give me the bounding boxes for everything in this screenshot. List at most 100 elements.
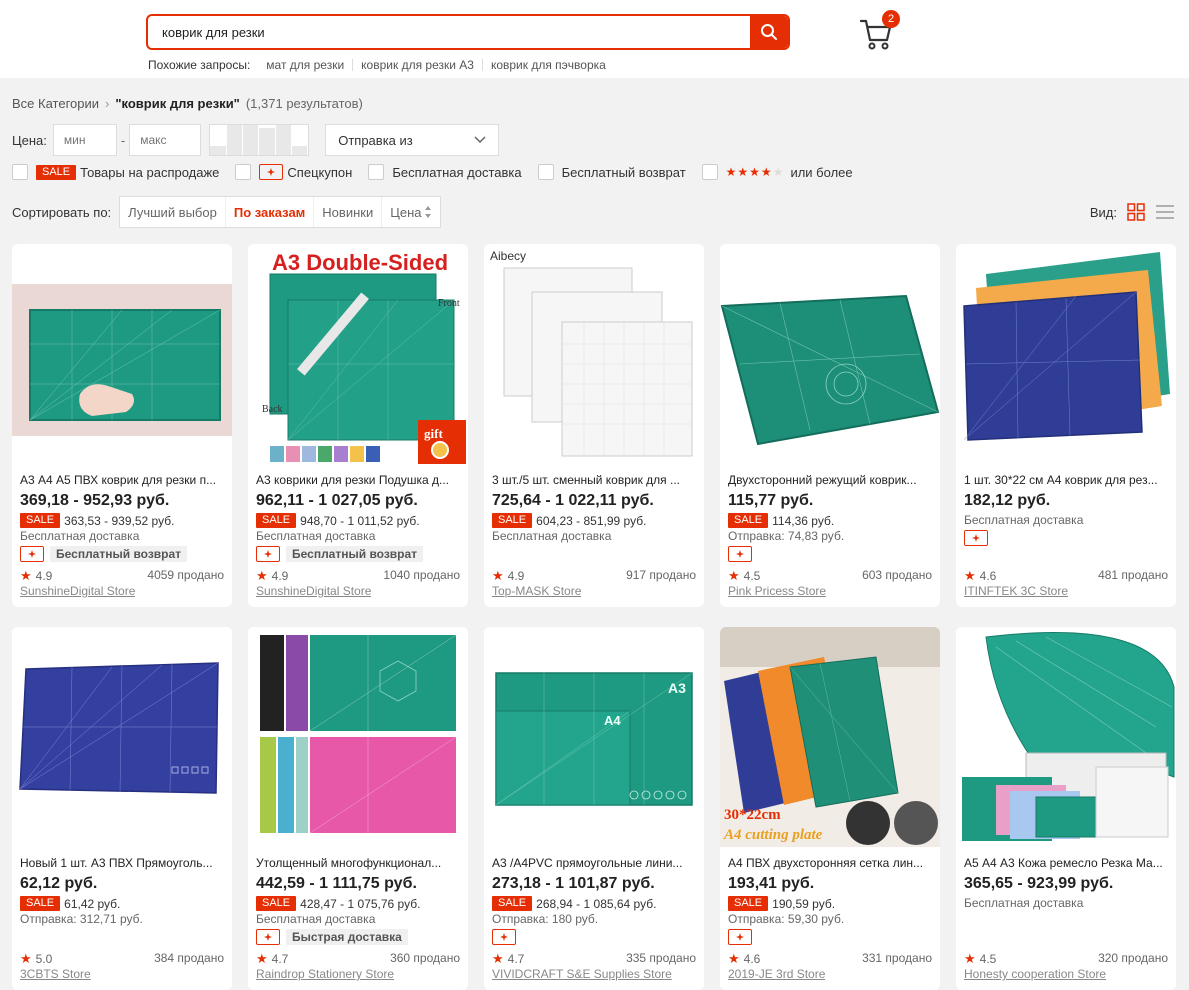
sale-price-line: SALE 604,23 - 851,99 руб. xyxy=(492,513,646,528)
product-card[interactable]: А3 А4 А5 ПВХ коврик для резки п... 369,1… xyxy=(12,244,232,607)
filter-rating[interactable]: ★★★★★ или более xyxy=(701,164,853,180)
product-image[interactable] xyxy=(720,244,940,464)
chevron-right-icon: › xyxy=(105,96,110,111)
product-title[interactable]: 3 шт./5 шт. сменный коврик для ... xyxy=(492,473,696,487)
rating: ★ 4.5 xyxy=(728,568,760,584)
sale-price: 61,42 руб. xyxy=(64,896,121,911)
star-icon: ★ xyxy=(256,568,268,583)
sale-price-line: SALE 948,70 - 1 011,52 руб. xyxy=(256,513,420,528)
cart-button[interactable]: 2 xyxy=(858,10,906,50)
sale-tag: SALE xyxy=(492,513,533,528)
store-link[interactable]: Pink Pricess Store xyxy=(728,584,826,598)
product-price: 725,64 - 1 022,11 руб. xyxy=(492,492,654,509)
search-input[interactable] xyxy=(148,16,750,48)
sort-bar: Сортировать по: Лучший выбор По заказам … xyxy=(12,196,1175,228)
product-card[interactable]: A3 A4 А3 /А4PVC прямоугольные лини... 27… xyxy=(484,627,704,990)
product-title[interactable]: А3 А4 А5 ПВХ коврик для резки п... xyxy=(20,473,224,487)
sale-tag: SALE xyxy=(256,896,297,911)
product-card[interactable]: Aibecy 3 шт./5 шт. сменный коврик для ..… xyxy=(484,244,704,607)
breadcrumb-root[interactable]: Все Категории xyxy=(12,96,99,111)
product-image[interactable] xyxy=(12,627,232,847)
store-link[interactable]: SunshineDigital Store xyxy=(20,584,135,598)
product-title[interactable]: А3 /А4PVC прямоугольные лини... xyxy=(492,856,696,870)
rating-value: 5.0 xyxy=(35,952,53,966)
rating: ★ 5.0 xyxy=(20,951,52,967)
product-title[interactable]: Двухсторонний режущий коврик... xyxy=(728,473,932,487)
product-title[interactable]: А4 ПВХ двухсторонняя сетка лин... xyxy=(728,856,932,870)
product-card[interactable]: Новый 1 шт. А3 ПВХ Прямоуголь... 62,12 р… xyxy=(12,627,232,990)
store-link[interactable]: Honesty cooperation Store xyxy=(964,967,1106,981)
filter-coupon[interactable]: Спецкупон xyxy=(235,164,352,180)
filter-free-shipping[interactable]: Бесплатная доставка xyxy=(368,164,522,180)
product-image[interactable]: Aibecy xyxy=(484,244,704,464)
sort-orders[interactable]: По заказам xyxy=(226,197,315,227)
product-title[interactable]: Утолщенный многофункционал... xyxy=(256,856,460,870)
related-item[interactable]: коврик для резки А3 xyxy=(353,59,483,71)
price-max-input[interactable] xyxy=(129,124,202,156)
sort-price[interactable]: Цена xyxy=(382,197,440,227)
search-icon xyxy=(761,24,777,40)
product-image[interactable] xyxy=(956,627,1176,847)
price-histogram[interactable] xyxy=(209,124,310,156)
product-image[interactable]: A3 A4 xyxy=(484,627,704,847)
product-price: 273,18 - 1 101,87 руб. xyxy=(492,875,655,892)
product-image[interactable]: 30*22cm A4 cutting plate xyxy=(720,627,940,847)
sale-price-line: SALE 190,59 руб. xyxy=(728,896,835,911)
image-caption: 30*22cm xyxy=(724,807,781,823)
related-item[interactable]: мат для резки xyxy=(258,59,354,71)
image-label-a4: A4 xyxy=(604,713,621,728)
store-link[interactable]: ITINFTEK 3C Store xyxy=(964,584,1068,598)
product-card[interactable]: A3 Double-Sided Front Back gift А3 коври… xyxy=(248,244,468,607)
list-view-icon[interactable] xyxy=(1155,203,1175,221)
store-link[interactable]: VIVIDCRAFT S&E Supplies Store xyxy=(492,967,672,981)
price-min-input[interactable] xyxy=(52,124,117,156)
product-image[interactable] xyxy=(248,627,468,847)
filter-sale[interactable]: SALE Товары на распродаже xyxy=(12,164,219,180)
search-button[interactable] xyxy=(750,16,788,48)
rating-value: 4.6 xyxy=(743,952,761,966)
store-link[interactable]: Top-MASK Store xyxy=(492,584,581,598)
checkbox[interactable] xyxy=(235,164,252,180)
rating: ★ 4.9 xyxy=(256,568,288,584)
image-label-back: Back xyxy=(262,404,283,415)
product-image[interactable] xyxy=(956,244,1176,464)
sale-price-line: SALE 428,47 - 1 075,76 руб. xyxy=(256,896,420,911)
product-title[interactable]: А5 А4 А3 Кожа ремесло Резка Ма... xyxy=(964,856,1168,870)
product-image[interactable] xyxy=(12,244,232,464)
product-title[interactable]: А3 коврики для резки Подушка д... xyxy=(256,473,460,487)
grid-view-icon[interactable] xyxy=(1127,203,1145,221)
cart-count-badge: 2 xyxy=(882,10,900,28)
product-title[interactable]: Новый 1 шт. А3 ПВХ Прямоуголь... xyxy=(20,856,224,870)
shipping-info: Отправка: 180 руб. xyxy=(492,912,599,926)
checkbox[interactable] xyxy=(12,164,28,180)
filter-free-return[interactable]: Бесплатный возврат xyxy=(537,164,686,180)
checkbox[interactable] xyxy=(701,164,718,180)
related-item[interactable]: коврик для пэчворка xyxy=(483,59,614,71)
store-link[interactable]: 3CBTS Store xyxy=(20,967,91,981)
store-link[interactable]: Raindrop Stationery Store xyxy=(256,967,394,981)
sale-tag: SALE xyxy=(256,513,297,528)
sort-options: Лучший выбор По заказам Новинки Цена xyxy=(119,196,442,228)
sort-newest[interactable]: Новинки xyxy=(314,197,383,227)
product-card[interactable]: Двухсторонний режущий коврик... 115,77 р… xyxy=(720,244,940,607)
sold-count: 331 продано xyxy=(862,951,932,965)
product-card[interactable]: 1 шт. 30*22 см А4 коврик для рез... 182,… xyxy=(956,244,1176,607)
header: Похожие запросы: мат для резки коврик дл… xyxy=(0,0,1189,78)
rating-value: 4.9 xyxy=(35,569,53,583)
product-card[interactable]: А5 А4 А3 Кожа ремесло Резка Ма... 365,65… xyxy=(956,627,1176,990)
checkbox[interactable] xyxy=(368,164,385,180)
sale-price: 268,94 - 1 085,64 руб. xyxy=(536,896,657,911)
sold-count: 1040 продано xyxy=(383,568,460,582)
sort-best-match[interactable]: Лучший выбор xyxy=(120,197,226,227)
store-link[interactable]: SunshineDigital Store xyxy=(256,584,371,598)
product-card[interactable]: 30*22cm A4 cutting plate А4 ПВХ двухстор… xyxy=(720,627,940,990)
sale-price-line: SALE 363,53 - 939,52 руб. xyxy=(20,513,174,528)
store-link[interactable]: 2019-JE 3rd Store xyxy=(728,967,825,981)
sold-count: 481 продано xyxy=(1098,568,1168,582)
product-image[interactable]: A3 Double-Sided Front Back gift xyxy=(248,244,468,464)
product-title[interactable]: 1 шт. 30*22 см А4 коврик для рез... xyxy=(964,473,1168,487)
checkbox[interactable] xyxy=(537,164,554,180)
ship-from-select[interactable]: Отправка из xyxy=(325,124,500,156)
product-card[interactable]: Утолщенный многофункционал... 442,59 - 1… xyxy=(248,627,468,990)
star-icon: ★ xyxy=(728,568,740,583)
